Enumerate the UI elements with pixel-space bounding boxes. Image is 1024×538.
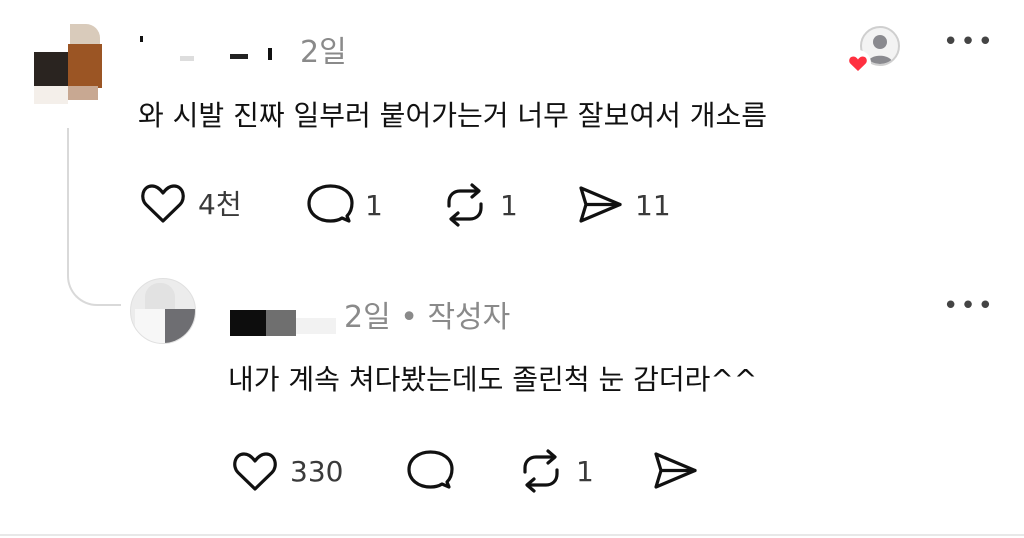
comment-share-button[interactable]: 11 [575,182,671,228]
heart-icon [138,180,188,226]
commenter-avatar[interactable] [34,24,102,104]
reply-repost-button[interactable]: 1 [516,448,594,494]
comment-more-options-button[interactable]: ••• [943,27,995,57]
reply-repost-count: 1 [576,454,594,488]
like-count: 4천 [198,188,242,221]
comment-timestamp: 2일 [300,35,347,70]
comment-reply-button[interactable]: 1 [305,182,383,228]
reply-reply-button[interactable] [405,448,455,494]
thread-connector-line [67,128,121,306]
reply-timestamp-author-badge: 2일 • 작성자 [344,300,511,335]
comment-repost-button[interactable]: 1 [440,182,518,228]
author-liked-heart-icon [845,50,871,76]
reply-text: 내가 계속 쳐다봤는데도 졸린척 눈 감더라^^ [228,363,758,396]
replier-username-redacted[interactable] [230,310,340,338]
heart-icon [230,448,280,494]
speech-bubble-icon [405,448,455,494]
replier-avatar[interactable] [130,278,196,344]
reply-like-count: 330 [290,454,344,488]
comment-text: 와 시발 진짜 일부러 붙어가는거 너무 잘보여서 개소름 [138,99,768,132]
bottom-divider [0,534,1024,536]
repost-icon [440,182,490,228]
reply-share-button[interactable] [650,448,700,494]
send-icon [575,182,625,228]
share-count: 11 [635,188,671,222]
commenter-username-redacted[interactable] [140,34,290,64]
reply-like-button[interactable]: 330 [230,448,343,494]
repost-count: 1 [500,188,518,222]
reply-more-options-button[interactable]: ••• [943,291,995,321]
send-icon [650,448,700,494]
comment-like-button[interactable]: 4천 [138,180,242,226]
speech-bubble-icon [305,182,355,228]
repost-icon [516,448,566,494]
reply-count: 1 [365,188,383,222]
